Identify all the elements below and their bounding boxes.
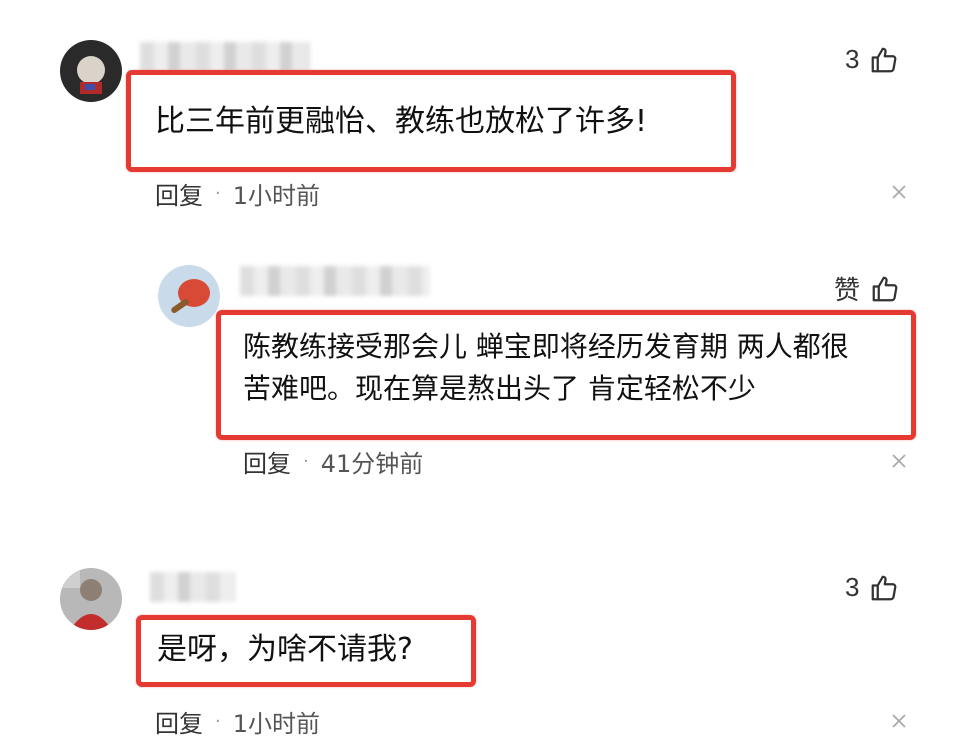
comment-meta: 回复 · 41分钟前 (243, 444, 423, 479)
like-group[interactable]: 3 (845, 572, 899, 603)
separator-dot: · (303, 451, 309, 472)
thumbs-up-icon[interactable] (869, 45, 899, 75)
comment-text: 是呀，为啥不请我? (157, 632, 413, 667)
reply-button[interactable]: 回复 (155, 176, 203, 211)
comment-text: 比三年前更融怡、教练也放松了许多! (155, 104, 648, 139)
timestamp: 1小时前 (232, 710, 321, 738)
comment-meta: 回复 · 1小时前 (155, 176, 320, 211)
close-icon[interactable] (890, 712, 908, 730)
like-count: 3 (845, 44, 860, 74)
timestamp: 1小时前 (232, 182, 321, 210)
blurred-username (240, 266, 430, 296)
comment-meta: 回复 · 1小时前 (155, 704, 320, 739)
blurred-username (150, 572, 235, 602)
like-count: 3 (845, 572, 860, 602)
user-avatar[interactable] (60, 568, 122, 630)
thumbs-up-icon[interactable] (870, 274, 900, 304)
close-icon[interactable] (890, 183, 908, 201)
thumbs-up-icon[interactable] (869, 573, 899, 603)
user-avatar[interactable] (158, 265, 220, 327)
blurred-username (140, 42, 310, 72)
timestamp: 41分钟前 (320, 450, 424, 478)
like-label: 赞 (834, 275, 861, 305)
separator-dot: · (215, 711, 221, 732)
reply-button[interactable]: 回复 (243, 444, 291, 479)
close-icon[interactable] (890, 452, 908, 470)
like-group[interactable]: 赞 (834, 270, 900, 307)
like-group[interactable]: 3 (845, 44, 899, 75)
reply-button[interactable]: 回复 (155, 704, 203, 739)
user-avatar[interactable] (60, 40, 122, 102)
separator-dot: · (215, 183, 221, 204)
comment-text-line1: 陈教练接受那会儿 蝉宝即将经历发育期 两人都很 (243, 330, 849, 363)
comment-text-line2: 苦难吧。现在算是熬出头了 肯定轻松不少 (243, 372, 756, 405)
